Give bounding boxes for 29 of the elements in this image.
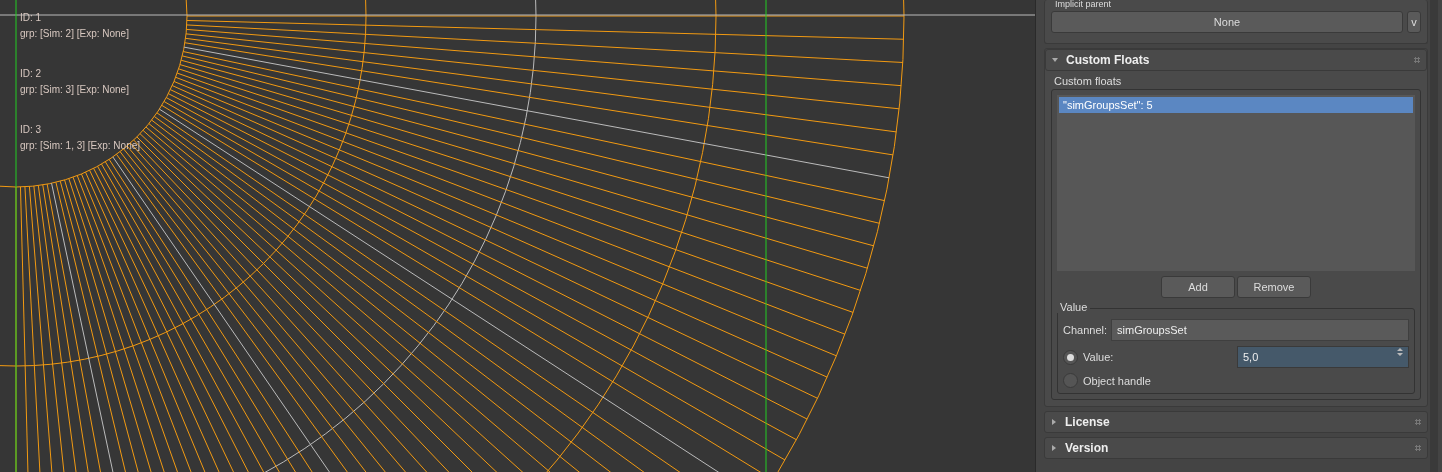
value-spinner-field[interactable]: 5,0 xyxy=(1237,346,1409,368)
grip-icon xyxy=(1414,57,1420,63)
channel-label: Channel: xyxy=(1063,324,1108,336)
object-id-label: ID: 3 xyxy=(20,123,43,137)
custom-floats-list[interactable]: "simGroupsSet": 5 xyxy=(1057,95,1415,271)
add-button[interactable]: Add xyxy=(1161,276,1235,298)
rollout-header[interactable]: License xyxy=(1044,411,1428,433)
grip-icon xyxy=(1415,419,1421,425)
rollout-header[interactable]: Custom Floats xyxy=(1045,49,1427,71)
expand-triangle-icon xyxy=(1051,443,1057,453)
radio-button[interactable] xyxy=(1063,373,1078,388)
rollout-header[interactable]: Version xyxy=(1044,437,1428,459)
object-id-label: ID: 2 xyxy=(20,67,43,81)
channel-field[interactable]: simGroupsSet xyxy=(1111,319,1409,341)
group-label: grp: [Sim: 2] [Exp: None] xyxy=(20,27,130,41)
radio-button[interactable] xyxy=(1063,349,1078,365)
expand-triangle-icon xyxy=(1051,417,1057,427)
implicit-parent-label: Implicit parent xyxy=(1054,0,1113,9)
group-label: grp: [Sim: 3] [Exp: None] xyxy=(20,83,130,97)
dropdown-button[interactable]: v xyxy=(1407,11,1421,33)
implicit-parent-button[interactable]: None xyxy=(1051,11,1403,33)
remove-button[interactable]: Remove xyxy=(1237,276,1311,298)
grip-icon xyxy=(1415,445,1421,451)
spinner-arrows-icon[interactable] xyxy=(1397,347,1403,357)
value-group-label: Value xyxy=(1057,301,1091,313)
list-item[interactable]: "simGroupsSet": 5 xyxy=(1059,97,1413,113)
radio-label: Value: xyxy=(1083,351,1115,363)
object-id-label: ID: 1 xyxy=(20,11,43,25)
radio-label: Object handle xyxy=(1083,374,1152,387)
